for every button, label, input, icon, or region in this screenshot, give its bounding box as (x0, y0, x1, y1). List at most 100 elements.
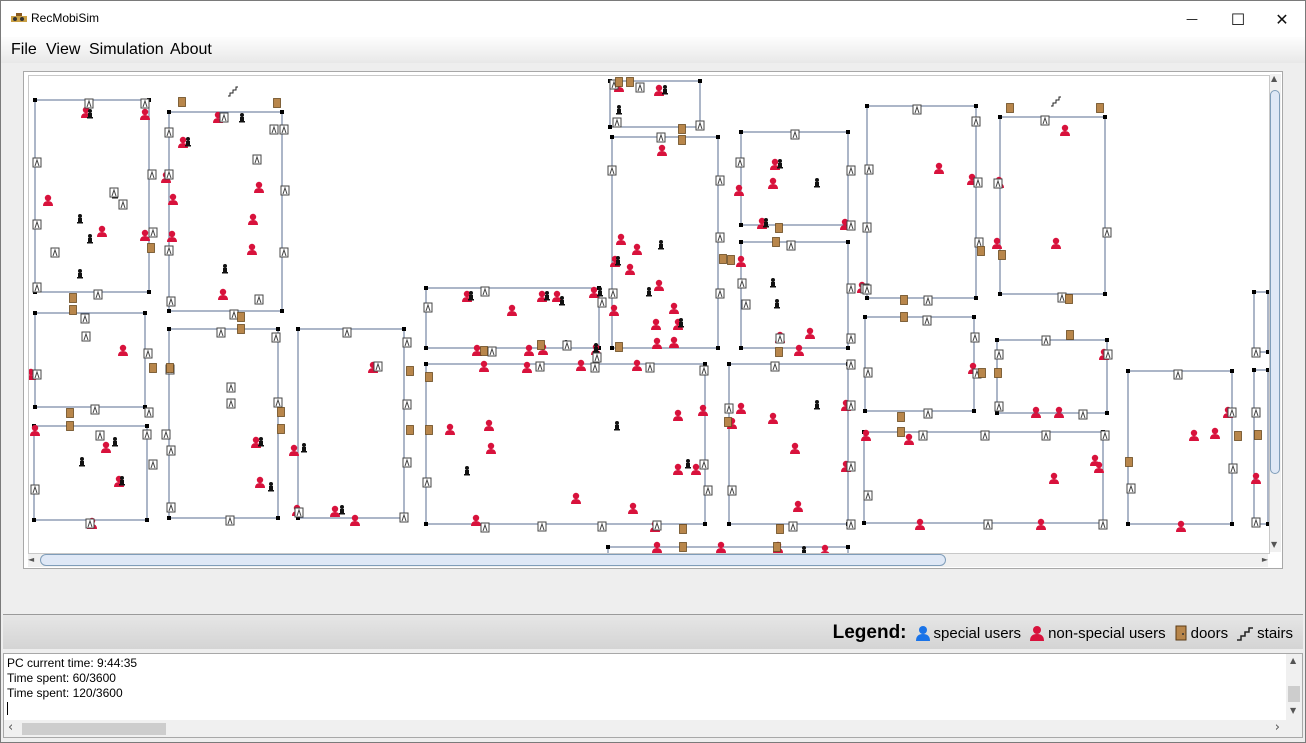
non-special-user-icon (736, 402, 746, 414)
passage-icon (166, 445, 176, 456)
window-title: RecMobiSim (31, 11, 100, 25)
non-special-user-icon (768, 177, 778, 189)
log-scroll-left-icon[interactable]: ‹ (8, 720, 13, 735)
door-icon (1006, 103, 1014, 113)
passage-icon (93, 289, 103, 300)
non-special-user-icon (43, 194, 53, 206)
passage-icon (912, 104, 922, 115)
close-button[interactable]: ✕ (1259, 1, 1305, 37)
stairs-icon (1051, 96, 1061, 107)
room-corner (1266, 522, 1269, 526)
door-icon (425, 425, 433, 435)
room-corner (846, 545, 850, 549)
occupant-icon (662, 85, 668, 95)
scroll-right-icon[interactable]: ► (1262, 555, 1268, 564)
passage-icon (788, 521, 798, 532)
door-icon (900, 295, 908, 305)
passage-icon (294, 507, 304, 518)
menu-about[interactable]: About (170, 41, 212, 59)
room-corner (1266, 368, 1269, 372)
log-vertical-scroll-thumb[interactable] (1288, 686, 1300, 702)
passage-icon (974, 237, 984, 248)
non-special-user-icon (1036, 518, 1046, 530)
vertical-scroll-thumb[interactable] (1270, 90, 1280, 474)
log-panel[interactable]: PC current time: 9:44:35 Time spent: 60/… (3, 653, 1303, 738)
floor-plan-canvas[interactable] (28, 75, 1270, 554)
non-special-user-icon (794, 344, 804, 356)
passage-icon (32, 219, 42, 230)
passage-icon (727, 485, 737, 496)
passage-icon (142, 429, 152, 440)
door-icon (897, 427, 905, 437)
room-corner (739, 130, 743, 134)
passage-icon (140, 98, 150, 109)
passage-icon (269, 124, 279, 135)
legend-stairs: stairs (1236, 625, 1293, 642)
non-special-user-icon (1031, 406, 1041, 418)
room (863, 431, 1104, 524)
log-scroll-right-icon[interactable]: › (1275, 720, 1280, 735)
passage-icon (1102, 227, 1112, 238)
non-special-user-icon (522, 361, 532, 373)
passage-icon (1251, 347, 1261, 358)
menu-file[interactable]: File (11, 41, 37, 59)
passage-icon (715, 175, 725, 186)
horizontal-scroll-thumb[interactable] (40, 554, 946, 566)
horizontal-scrollbar[interactable]: ◄ ► (28, 554, 1268, 567)
non-special-user-icon (218, 288, 228, 300)
passage-icon (148, 459, 158, 470)
room-corner (424, 286, 428, 290)
non-special-user-icon (445, 423, 455, 435)
log-horizontal-scrollbar[interactable]: ‹ › (4, 720, 1302, 737)
passage-icon (703, 485, 713, 496)
door-icon (775, 223, 783, 233)
door-icon (1254, 430, 1262, 440)
door-icon (1175, 625, 1187, 641)
title-bar: RecMobiSim — ☐ ✕ (1, 1, 1305, 37)
vertical-scrollbar[interactable]: ▲ ▼ (1270, 74, 1281, 552)
log-horizontal-scroll-thumb[interactable] (22, 723, 166, 735)
passage-icon (85, 518, 95, 529)
maximize-button[interactable]: ☐ (1215, 1, 1261, 37)
scroll-left-icon[interactable]: ◄ (28, 555, 34, 564)
passage-icon (735, 157, 745, 168)
door-icon (277, 407, 285, 417)
non-special-user-icon (1054, 406, 1064, 418)
passage-icon (535, 361, 545, 372)
door-icon (978, 368, 986, 378)
passage-icon (166, 296, 176, 307)
passage-icon (143, 348, 153, 359)
log-vertical-scrollbar[interactable]: ▲ ▼ (1286, 654, 1302, 720)
passage-icon (922, 315, 932, 326)
non-special-user-icon (248, 213, 258, 225)
log-scroll-up-icon[interactable]: ▲ (1290, 656, 1296, 665)
log-scroll-down-icon[interactable]: ▼ (1290, 706, 1296, 715)
room (1127, 370, 1233, 525)
door-icon (727, 255, 735, 265)
room (168, 328, 279, 519)
room-corner (846, 346, 850, 350)
non-special-user-icon (1049, 472, 1059, 484)
passage-icon (32, 282, 42, 293)
legend-non-special-users: non-special users (1029, 625, 1166, 642)
scroll-down-icon[interactable]: ▼ (1271, 540, 1277, 549)
passage-icon (608, 288, 618, 299)
occupant-icon (339, 505, 345, 515)
door-icon (977, 246, 985, 256)
menu-simulation[interactable]: Simulation (89, 41, 164, 59)
room-corner (716, 346, 720, 350)
passage-icon (846, 220, 856, 231)
legend-bar: Legend: special users non-special users … (3, 614, 1303, 649)
scroll-up-icon[interactable]: ▲ (1271, 74, 1277, 83)
passage-icon (147, 169, 157, 180)
door-icon (69, 293, 77, 303)
non-special-user-icon (768, 412, 778, 424)
menu-view[interactable]: View (46, 41, 80, 59)
door-icon (719, 254, 727, 264)
non-special-user-icon (254, 181, 264, 193)
minimize-button[interactable]: — (1169, 1, 1215, 37)
passage-icon (216, 327, 226, 338)
door-icon (66, 421, 74, 431)
passage-icon (597, 297, 607, 308)
non-special-user-icon (1189, 429, 1199, 441)
